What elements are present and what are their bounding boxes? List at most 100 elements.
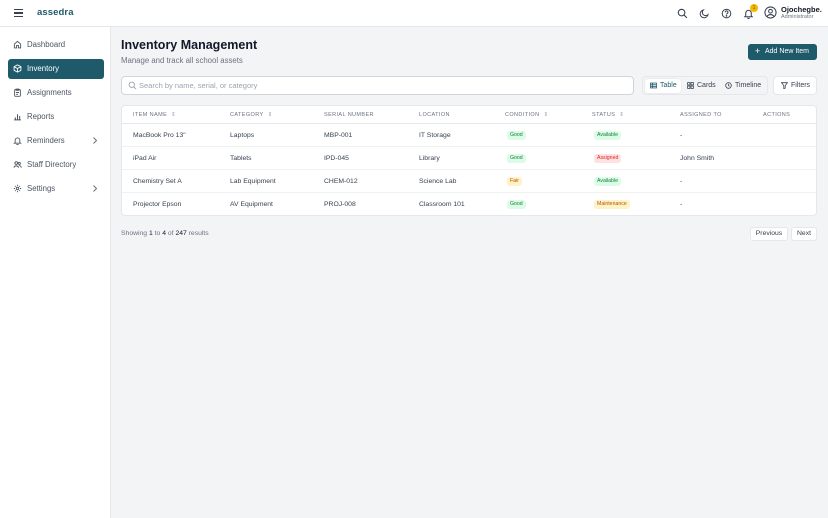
status-badge: Assigned bbox=[594, 154, 622, 163]
item-assigned-to: - bbox=[680, 201, 683, 208]
sidebar-item-inventory[interactable]: Inventory bbox=[8, 59, 104, 79]
condition-badge: Good bbox=[507, 200, 526, 209]
table-header: ITEM NAME ⇕ CATEGORY ⇕ SERIAL NUMBER LOCAT… bbox=[122, 106, 816, 124]
sidebar: Dashboard Inventory Assignments Reports … bbox=[0, 27, 111, 518]
column-header-condition[interactable]: CONDITION ⇕ bbox=[505, 112, 548, 118]
sidebar-item-dashboard[interactable]: Dashboard bbox=[8, 35, 104, 55]
column-header-location: LOCATION bbox=[419, 112, 450, 118]
table-row[interactable]: Projector Epson AV Equipment PROJ-008 Cl… bbox=[122, 193, 816, 216]
sidebar-item-label: Inventory bbox=[27, 64, 60, 73]
column-header-assigned-to: ASSIGNED TO bbox=[680, 112, 722, 118]
view-table-label: Table bbox=[660, 82, 677, 89]
filters-label: Filters bbox=[791, 82, 811, 89]
item-assigned-to: John Smith bbox=[680, 155, 715, 162]
previous-page-button[interactable]: Previous bbox=[750, 227, 788, 241]
item-category: Laptops bbox=[230, 132, 255, 139]
sidebar-item-settings[interactable]: Settings bbox=[8, 179, 104, 199]
moon-icon[interactable] bbox=[699, 8, 710, 19]
menu-icon[interactable] bbox=[14, 9, 23, 17]
item-category: Tablets bbox=[230, 155, 252, 162]
help-icon[interactable] bbox=[721, 8, 732, 19]
table-row[interactable]: Chemistry Set A Lab Equipment CHEM-012 S… bbox=[122, 170, 816, 193]
sidebar-item-label: Reminders bbox=[27, 136, 65, 145]
item-category: AV Equipment bbox=[230, 201, 273, 208]
notification-badge: 1 bbox=[750, 4, 758, 12]
grid-icon bbox=[687, 82, 694, 89]
condition-badge: Fair bbox=[507, 177, 522, 186]
add-new-item-button[interactable]: + Add New Item bbox=[748, 44, 817, 60]
view-table-button[interactable]: Table bbox=[645, 79, 681, 93]
sidebar-item-reminders[interactable]: Reminders bbox=[8, 131, 104, 151]
sidebar-item-label: Dashboard bbox=[27, 40, 66, 49]
item-location: IT Storage bbox=[419, 132, 451, 139]
column-header-item-name[interactable]: ITEM NAME ⇕ bbox=[133, 112, 176, 118]
search-icon bbox=[128, 81, 137, 90]
sort-icon: ⇕ bbox=[171, 112, 177, 118]
home-icon bbox=[13, 40, 22, 49]
column-header-serial-number: SERIAL NUMBER bbox=[324, 112, 374, 118]
item-location: Library bbox=[419, 155, 440, 162]
column-header-actions: ACTIONS bbox=[763, 112, 791, 118]
sort-icon: ⇕ bbox=[543, 112, 549, 118]
chevron-right-icon bbox=[92, 136, 98, 145]
view-toggle: Table Cards Timeline bbox=[642, 76, 768, 95]
page-title: Inventory Management bbox=[121, 38, 258, 52]
item-assigned-to: - bbox=[680, 132, 683, 139]
item-name: Projector Epson bbox=[133, 201, 182, 208]
clipboard-icon bbox=[13, 88, 22, 97]
column-header-status[interactable]: STATUS ⇕ bbox=[592, 112, 624, 118]
view-timeline-button[interactable]: Timeline bbox=[720, 79, 766, 93]
item-location: Classroom 101 bbox=[419, 201, 465, 208]
inventory-table: ITEM NAME ⇕ CATEGORY ⇕ SERIAL NUMBER LOCAT… bbox=[121, 105, 817, 216]
item-assigned-to: - bbox=[680, 178, 683, 185]
status-badge: Maintenance bbox=[594, 200, 630, 209]
item-location: Science Lab bbox=[419, 178, 457, 185]
item-serial: CHEM-012 bbox=[324, 178, 358, 185]
plus-icon: + bbox=[755, 46, 761, 56]
user-name[interactable]: Ojochegbe. bbox=[781, 5, 822, 14]
item-serial: MBP-001 bbox=[324, 132, 353, 139]
user-role: Administrator bbox=[781, 14, 814, 20]
status-badge: Available bbox=[594, 131, 621, 140]
condition-badge: Good bbox=[507, 131, 526, 140]
sidebar-item-reports[interactable]: Reports bbox=[8, 107, 104, 127]
sidebar-item-label: Reports bbox=[27, 112, 55, 121]
item-name: iPad Air bbox=[133, 155, 157, 162]
app-logo[interactable]: assedra bbox=[37, 7, 74, 18]
box-icon bbox=[13, 64, 22, 73]
sidebar-item-label: Staff Directory bbox=[27, 160, 77, 169]
chevron-right-icon bbox=[92, 184, 98, 193]
sidebar-item-staff-directory[interactable]: Staff Directory bbox=[8, 155, 104, 175]
sidebar-item-label: Settings bbox=[27, 184, 56, 193]
condition-badge: Good bbox=[507, 154, 526, 163]
item-name: MacBook Pro 13" bbox=[133, 132, 186, 139]
search-icon[interactable] bbox=[677, 8, 688, 19]
top-bar: assedra 1 Ojochegbe. Administrator bbox=[0, 0, 828, 27]
users-icon bbox=[13, 160, 22, 169]
item-category: Lab Equipment bbox=[230, 178, 276, 185]
bar-chart-icon bbox=[13, 112, 22, 121]
clock-icon bbox=[725, 82, 732, 89]
table-row[interactable]: MacBook Pro 13" Laptops MBP-001 IT Stora… bbox=[122, 124, 816, 147]
table-row[interactable]: iPad Air Tablets IPD-045 Library Good As… bbox=[122, 147, 816, 170]
sidebar-item-label: Assignments bbox=[27, 88, 72, 97]
pagination-summary: Showing 1 to 4 of 247 results bbox=[121, 230, 209, 237]
user-avatar-icon[interactable] bbox=[764, 6, 777, 19]
filter-icon bbox=[781, 82, 788, 89]
view-timeline-label: Timeline bbox=[735, 82, 762, 89]
status-badge: Available bbox=[594, 177, 621, 186]
item-serial: IPD-045 bbox=[324, 155, 349, 162]
item-serial: PROJ-008 bbox=[324, 201, 356, 208]
sort-icon: ⇕ bbox=[267, 112, 273, 118]
search-box bbox=[121, 76, 634, 95]
search-input[interactable] bbox=[139, 80, 619, 91]
sidebar-item-assignments[interactable]: Assignments bbox=[8, 83, 104, 103]
page-subtitle: Manage and track all school assets bbox=[121, 56, 243, 65]
add-new-item-label: Add New Item bbox=[765, 48, 809, 55]
gear-icon bbox=[13, 184, 22, 193]
view-cards-button[interactable]: Cards bbox=[682, 79, 718, 93]
filters-button[interactable]: Filters bbox=[773, 76, 817, 95]
next-page-button[interactable]: Next bbox=[791, 227, 817, 241]
column-header-category[interactable]: CATEGORY ⇕ bbox=[230, 112, 273, 118]
item-name: Chemistry Set A bbox=[133, 178, 182, 185]
